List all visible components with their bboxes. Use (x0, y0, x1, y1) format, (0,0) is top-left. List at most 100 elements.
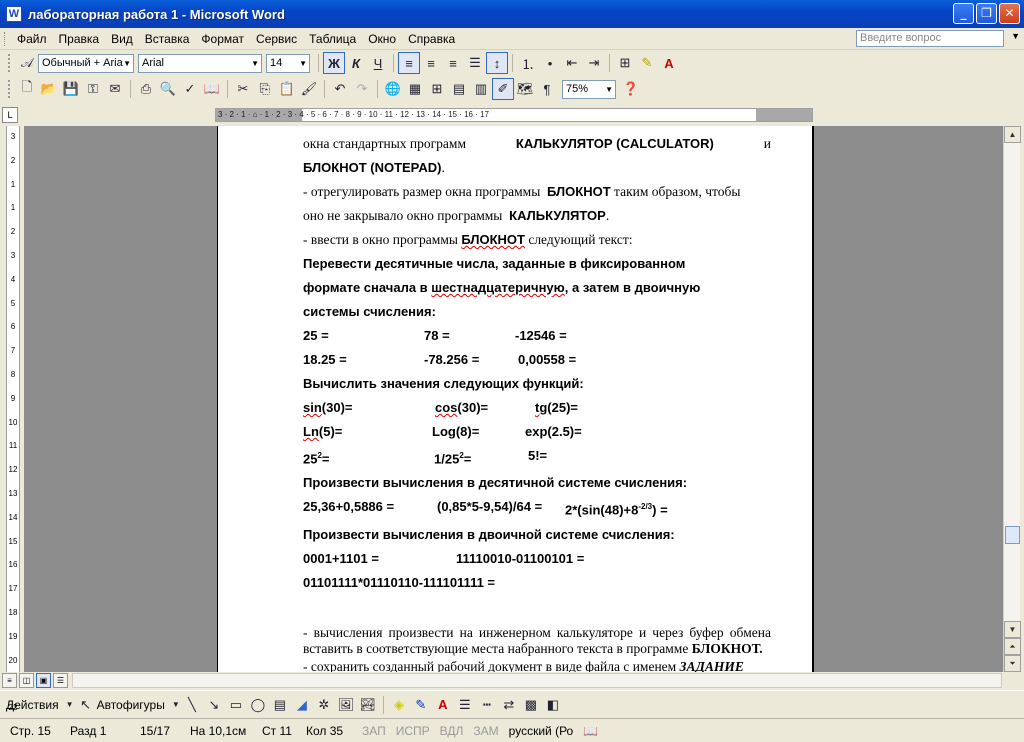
ask-question-input[interactable]: Введите вопрос (856, 30, 1004, 47)
textbox-icon[interactable]: ▤ (269, 694, 291, 716)
actions-button[interactable]: Действия (6, 698, 59, 712)
email-icon[interactable]: ✉ (104, 78, 126, 100)
menu-table[interactable]: Таблица (303, 29, 362, 49)
font-color-icon[interactable]: A (658, 52, 680, 74)
zoom-combo[interactable]: 75% ▼ (562, 79, 616, 99)
numbering-icon[interactable]: ⒈ (517, 52, 539, 74)
open-icon[interactable]: 📂 (38, 78, 60, 100)
align-right-icon[interactable]: ≡ (442, 52, 464, 74)
font-color-icon[interactable]: A (432, 694, 454, 716)
3d-style-icon[interactable]: ◧ (542, 694, 564, 716)
dash-style-icon[interactable]: ┅ (476, 694, 498, 716)
help-icon[interactable]: ❓ (620, 78, 642, 100)
ask-dropdown-icon[interactable]: ▼ (1011, 31, 1020, 41)
tables-borders-icon[interactable]: ▦ (404, 78, 426, 100)
insert-picture-icon[interactable]: 🏞 (357, 694, 379, 716)
italic-button[interactable]: К (345, 52, 367, 74)
vertical-scrollbar[interactable]: ▲ ▼ ⏶ ⏷ (1003, 126, 1021, 672)
scroll-thumb[interactable] (1005, 526, 1020, 544)
normal-view-icon[interactable]: ≡ (2, 673, 17, 688)
web-view-icon[interactable]: ◫ (19, 673, 34, 688)
oval-icon[interactable]: ◯ (247, 694, 269, 716)
font-size-combo[interactable]: 14 ▼ (266, 53, 310, 73)
minimize-button[interactable]: _ (953, 3, 974, 24)
fill-color-icon[interactable]: ◈ (388, 694, 410, 716)
document-page[interactable]: окна стандартных программ КАЛЬКУЛЯТОР (CA… (217, 126, 814, 672)
horizontal-ruler[interactable]: 3 · 2 · 1 · ⌂ · 1 · 2 · 3 · 4 · 5 · 6 · … (215, 108, 813, 122)
redo-icon[interactable]: ↷ (351, 78, 373, 100)
word-app-icon[interactable]: W (6, 6, 22, 22)
show-hide-icon[interactable]: ¶ (536, 78, 558, 100)
document-map-icon[interactable]: 🗺 (514, 78, 536, 100)
new-document-icon[interactable]: 🗋 (16, 78, 38, 100)
insert-excel-icon[interactable]: ▤ (448, 78, 470, 100)
menu-tools[interactable]: Сервис (250, 29, 303, 49)
line-color-icon[interactable]: ✎ (410, 694, 432, 716)
diagram-icon[interactable]: ✲ (313, 694, 335, 716)
format-painter-icon[interactable]: 🖌 (298, 78, 320, 100)
rectangle-icon[interactable]: ▭ (225, 694, 247, 716)
permission-icon[interactable]: ⚿ (82, 78, 104, 100)
arrow-icon[interactable]: ↘ (203, 694, 225, 716)
horizontal-scrollbar[interactable] (72, 673, 1002, 688)
bold-button[interactable]: Ж (323, 52, 345, 74)
print-preview-icon[interactable]: 🔍 (157, 78, 179, 100)
menu-file[interactable]: Файл (11, 29, 53, 49)
maximize-button[interactable]: ❐ (976, 3, 997, 24)
highlight-icon[interactable]: ✎ (636, 52, 658, 74)
line-style-icon[interactable]: ☰ (454, 694, 476, 716)
drawing-icon[interactable]: ✐ (492, 78, 514, 100)
autoshapes-button[interactable]: Автофигуры (97, 698, 165, 712)
status-ext[interactable]: ВДЛ (440, 724, 464, 738)
justify-icon[interactable]: ☰ (464, 52, 486, 74)
browse-previous-icon[interactable]: ⏶ (1004, 638, 1021, 655)
align-center-icon[interactable]: ≡ (420, 52, 442, 74)
menu-edit[interactable]: Правка (53, 29, 106, 49)
status-trk[interactable]: ИСПР (396, 724, 430, 738)
styles-icon[interactable]: 𝒜 (16, 52, 38, 74)
scroll-up-icon[interactable]: ▲ (1004, 126, 1021, 143)
copy-icon[interactable]: ⎘ (254, 78, 276, 100)
chevron-down-icon[interactable]: ▼ (171, 694, 181, 716)
line-spacing-icon[interactable]: ↕ (486, 52, 508, 74)
menu-format[interactable]: Формат (195, 29, 250, 49)
chevron-down-icon[interactable]: ▼ (65, 694, 75, 716)
scroll-down-icon[interactable]: ▼ (1004, 621, 1021, 638)
spelling-icon[interactable]: ✓ (179, 78, 201, 100)
outline-view-icon[interactable]: ☰ (53, 673, 68, 688)
shadow-icon[interactable]: ▩ (520, 694, 542, 716)
align-left-icon[interactable]: ≡ (398, 52, 420, 74)
close-button[interactable]: ✕ (999, 3, 1020, 24)
underline-button[interactable]: Ч (367, 52, 389, 74)
font-combo[interactable]: Arial ▼ (138, 53, 262, 73)
paste-icon[interactable]: 📋 (276, 78, 298, 100)
save-icon[interactable]: 💾 (60, 78, 82, 100)
status-rec[interactable]: ЗАП (362, 724, 386, 738)
clipart-icon[interactable]: 🖼 (335, 694, 357, 716)
hyperlink-icon[interactable]: 🌐 (382, 78, 404, 100)
cut-icon[interactable]: ✂ (232, 78, 254, 100)
borders-icon[interactable]: ⊞ (614, 52, 636, 74)
select-objects-icon[interactable]: ↖ (75, 694, 97, 716)
browse-next-icon[interactable]: ⏷ (1004, 655, 1021, 672)
research-icon[interactable]: 📖 (201, 78, 223, 100)
style-combo[interactable]: Обычный + Aria ▼ (38, 53, 134, 73)
insert-table-icon[interactable]: ⊞ (426, 78, 448, 100)
status-ovr[interactable]: ЗАМ (473, 724, 498, 738)
spelling-status-icon[interactable]: 📖 (583, 724, 598, 738)
decrease-indent-icon[interactable]: ⇤ (561, 52, 583, 74)
wordart-icon[interactable]: ◢ (291, 694, 313, 716)
tab-selector-icon[interactable]: L (2, 107, 18, 123)
arrow-style-icon[interactable]: ⇄ (498, 694, 520, 716)
menu-view[interactable]: Вид (105, 29, 139, 49)
menu-window[interactable]: Окно (362, 29, 402, 49)
undo-icon[interactable]: ↶ (329, 78, 351, 100)
increase-indent-icon[interactable]: ⇥ (583, 52, 605, 74)
print-icon[interactable]: ⎙ (135, 78, 157, 100)
print-layout-icon[interactable]: ▣ (36, 673, 51, 688)
menu-help[interactable]: Справка (402, 29, 461, 49)
columns-icon[interactable]: ▥ (470, 78, 492, 100)
menu-insert[interactable]: Вставка (139, 29, 196, 49)
line-icon[interactable]: ╲ (181, 694, 203, 716)
bullets-icon[interactable]: • (539, 52, 561, 74)
